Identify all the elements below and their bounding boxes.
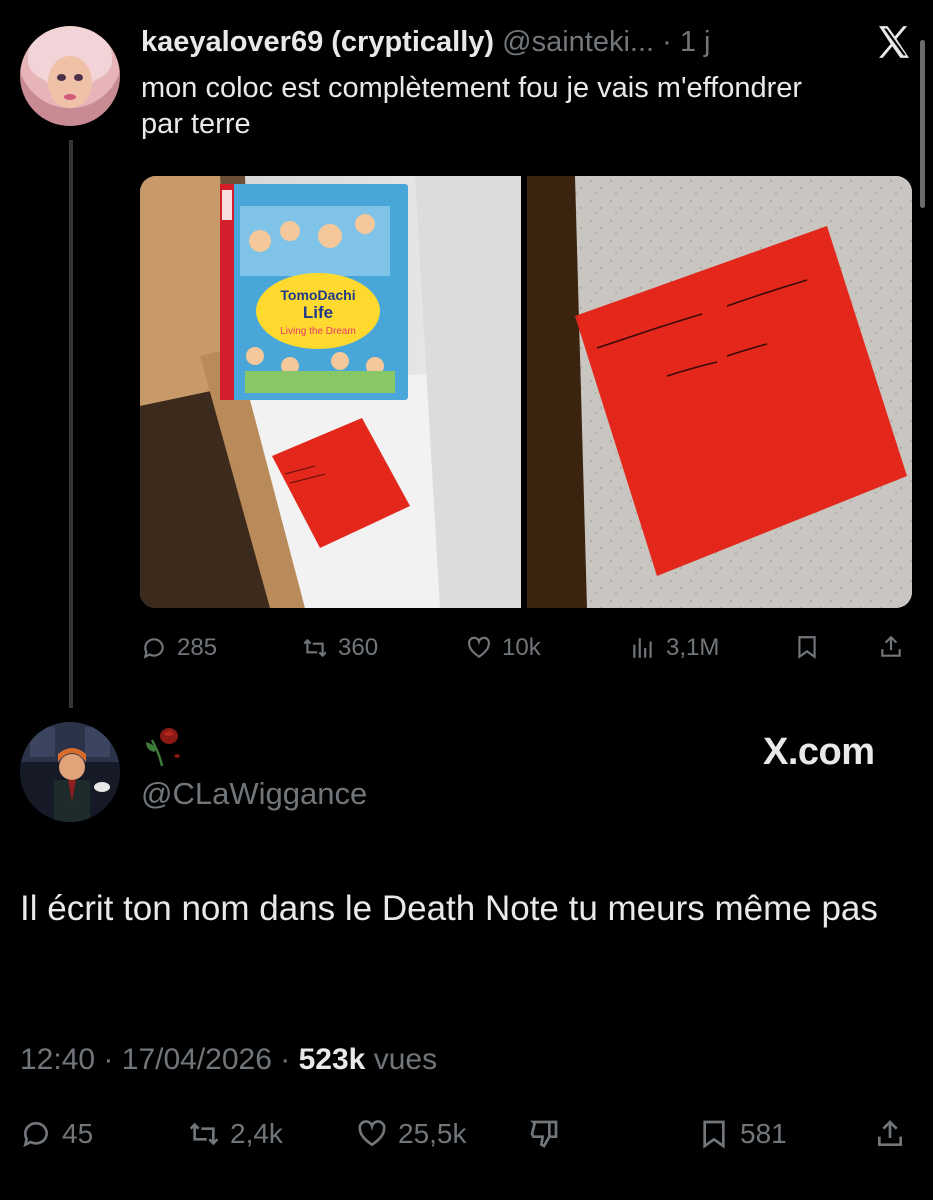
views-count[interactable]: 523k bbox=[299, 1043, 366, 1076]
bookmark-button[interactable] bbox=[794, 634, 820, 660]
reply-handle[interactable]: @CLaWiggance bbox=[141, 776, 367, 812]
box-subtitle: Living the Dream bbox=[280, 326, 356, 337]
scrollbar[interactable] bbox=[920, 40, 925, 208]
repost-icon bbox=[189, 1122, 219, 1146]
reply-text: Il écrit ton nom dans le Death Note tu m… bbox=[20, 889, 878, 928]
reply-date[interactable]: 17/04/2026 bbox=[122, 1043, 272, 1076]
views-icon bbox=[633, 638, 652, 658]
bookmark-button[interactable]: 581 bbox=[698, 1118, 787, 1150]
like-button[interactable]: 10k bbox=[466, 634, 541, 662]
reply-button[interactable]: 45 bbox=[20, 1118, 93, 1150]
display-name[interactable]: kaeyalover69 (cryptically) bbox=[141, 26, 494, 58]
like-count: 10k bbox=[502, 634, 541, 661]
like-button[interactable]: 25,5k bbox=[356, 1118, 467, 1150]
like-icon bbox=[358, 1120, 386, 1147]
box-title-line2: Life bbox=[303, 303, 333, 322]
reply-time[interactable]: 12:40 bbox=[20, 1043, 95, 1076]
meta-separator: · bbox=[280, 1043, 291, 1076]
reply-count: 285 bbox=[177, 634, 218, 661]
reply-button[interactable]: 285 bbox=[141, 634, 217, 662]
avatar[interactable] bbox=[20, 722, 120, 822]
tweet-header: kaeyalover69 (cryptically) @sainteki... … bbox=[141, 26, 711, 59]
dislike-button[interactable] bbox=[528, 1118, 560, 1150]
reply-icon bbox=[143, 638, 164, 659]
like-count: 25,5k bbox=[398, 1118, 467, 1149]
rose-icon bbox=[146, 728, 180, 767]
handle[interactable]: @sainteki... bbox=[502, 26, 654, 58]
xcom-watermark: X.com bbox=[763, 731, 875, 773]
repost-button[interactable]: 360 bbox=[302, 634, 378, 662]
repost-count: 360 bbox=[338, 634, 379, 661]
reply-actions: 45 2,4k 25,5k 581 bbox=[0, 1118, 933, 1158]
photo-red-sticky-note[interactable] bbox=[527, 176, 912, 608]
like-icon bbox=[468, 636, 490, 658]
share-icon bbox=[881, 635, 901, 657]
x-logo-icon bbox=[879, 26, 909, 58]
thread-line bbox=[69, 140, 73, 708]
time-separator: · bbox=[662, 26, 672, 58]
reply-icon bbox=[23, 1122, 48, 1148]
bookmark-icon bbox=[703, 1120, 725, 1149]
share-icon bbox=[878, 1120, 902, 1146]
reply-count: 45 bbox=[62, 1118, 94, 1149]
bookmark-icon bbox=[798, 636, 816, 659]
share-button[interactable] bbox=[878, 634, 904, 660]
dislike-icon bbox=[530, 1120, 558, 1148]
views-count: 3,1M bbox=[666, 634, 720, 661]
views-button[interactable]: 3,1M bbox=[630, 634, 719, 662]
box-title-line1: TomoDachi bbox=[280, 287, 355, 303]
repost-icon bbox=[303, 638, 327, 658]
avatar[interactable] bbox=[20, 26, 120, 126]
tweet-text: mon coloc est complètement fou je vais m… bbox=[141, 72, 803, 140]
tweet-meta: 12:40 · 17/04/2026 · 523k vues bbox=[20, 1043, 437, 1077]
timestamp[interactable]: 1 j bbox=[680, 26, 711, 58]
meta-separator: · bbox=[103, 1043, 114, 1076]
bookmark-count: 581 bbox=[740, 1118, 787, 1149]
photo-tomodachi-life-box[interactable]: TomoDachi Life Living the Dream bbox=[140, 176, 521, 608]
views-label: vues bbox=[373, 1043, 438, 1076]
tweet-actions: 285 360 10k 3,1M bbox=[0, 628, 933, 668]
repost-button[interactable]: 2,4k bbox=[188, 1118, 283, 1150]
share-button[interactable] bbox=[874, 1118, 906, 1150]
repost-count: 2,4k bbox=[230, 1118, 283, 1149]
